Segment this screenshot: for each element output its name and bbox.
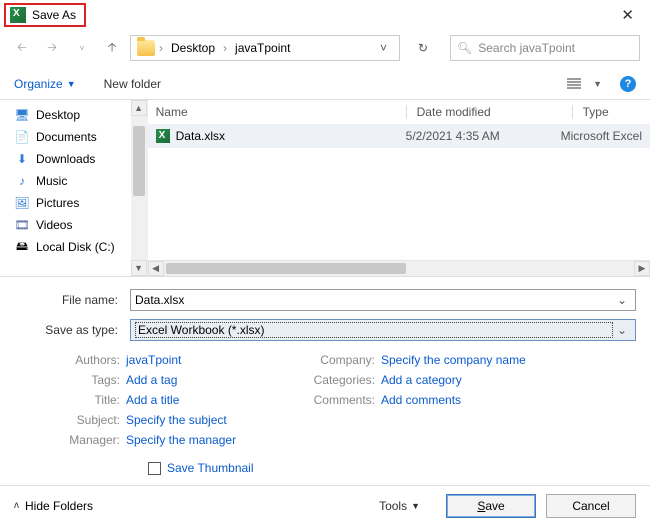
save-button[interactable]: Save <box>446 494 536 518</box>
file-date: 5/2/2021 4:35 AM <box>406 129 561 143</box>
save-thumbnail-row[interactable]: Save Thumbnail <box>0 451 650 485</box>
chevron-right-icon[interactable]: › <box>223 41 227 55</box>
tree-music[interactable]: ♪Music <box>14 170 147 192</box>
document-icon: 📄 <box>14 130 30 144</box>
desktop-icon: 🖥 <box>14 108 30 122</box>
authors-field[interactable]: javaTpoint <box>126 353 301 367</box>
save-thumbnail-checkbox[interactable] <box>148 462 161 475</box>
horizontal-scrollbar[interactable]: ◀ ▶ <box>148 260 650 276</box>
col-name[interactable]: Name <box>156 105 406 119</box>
manager-field[interactable]: Specify the manager <box>126 433 301 447</box>
chevron-down-icon: ▼ <box>411 501 420 511</box>
folder-icon <box>137 40 155 56</box>
pictures-icon: 🖼 <box>14 196 30 210</box>
search-placeholder: Search javaTpoint <box>478 41 575 55</box>
scroll-up-button[interactable]: ▲ <box>131 100 147 116</box>
back-button[interactable]: 🡠 <box>10 36 34 60</box>
toolbar: Organize ▼ New folder ▼ ? <box>0 68 650 100</box>
savetype-value: Excel Workbook (*.xlsx) <box>135 322 613 338</box>
chevron-down-icon[interactable]: ▼ <box>593 79 602 89</box>
tree-downloads[interactable]: ⬇Downloads <box>14 148 147 170</box>
col-date[interactable]: Date modified <box>417 105 572 119</box>
chevron-down-icon[interactable]: ˅ <box>374 41 393 55</box>
chevron-down-icon[interactable]: ⌄ <box>613 323 631 337</box>
categories-field[interactable]: Add a category <box>381 373 636 387</box>
caret-up-icon[interactable]: ʌ <box>14 500 19 511</box>
filename-label: File name: <box>14 293 124 307</box>
filename-value: Data.xlsx <box>135 293 184 307</box>
file-type: Microsoft Excel <box>561 129 642 143</box>
file-name: Data.xlsx <box>176 129 225 143</box>
chevron-down-icon[interactable]: ⌄ <box>613 293 631 307</box>
company-field[interactable]: Specify the company name <box>381 353 636 367</box>
savetype-select[interactable]: Excel Workbook (*.xlsx) ⌄ <box>130 319 636 341</box>
filename-input[interactable]: Data.xlsx ⌄ <box>130 289 636 311</box>
subject-field[interactable]: Specify the subject <box>126 413 301 427</box>
window-title: Save As <box>32 8 76 22</box>
view-options-icon[interactable] <box>567 78 581 90</box>
breadcrumb-desktop[interactable]: Desktop <box>167 41 219 55</box>
hide-folders-button[interactable]: Hide Folders <box>25 499 93 513</box>
download-icon: ⬇ <box>14 152 30 166</box>
file-list: Name Date modified Type Data.xlsx 5/2/20… <box>148 100 650 276</box>
tree-pictures[interactable]: 🖼Pictures <box>14 192 147 214</box>
refresh-button[interactable]: ↻ <box>410 35 436 61</box>
cancel-button[interactable]: Cancel <box>546 494 636 518</box>
videos-icon: 🎞 <box>14 218 30 232</box>
drive-icon: 🖴 <box>14 240 30 254</box>
footer: ʌ Hide Folders Tools ▼ Save Cancel <box>0 485 650 525</box>
col-type[interactable]: Type <box>583 105 642 119</box>
chevron-down-icon: ▼ <box>67 79 76 89</box>
history-dropdown-icon[interactable]: ˅ <box>70 36 94 60</box>
tree-desktop[interactable]: 🖥Desktop <box>14 104 147 126</box>
excel-icon <box>10 7 26 23</box>
scrollbar-thumb[interactable] <box>133 126 145 196</box>
metadata: Authors: Tags: Title: Subject: Manager: … <box>0 349 650 451</box>
tools-dropdown[interactable]: Tools ▼ <box>379 499 420 513</box>
nav-row: 🡠 🡢 ˅ 🡡 › Desktop › javaTpoint ˅ ↻ 🔍︎ Se… <box>0 30 650 66</box>
music-icon: ♪ <box>14 174 30 188</box>
search-input[interactable]: 🔍︎ Search javaTpoint <box>450 35 640 61</box>
breadcrumb[interactable]: › Desktop › javaTpoint ˅ <box>130 35 400 61</box>
save-thumbnail-label: Save Thumbnail <box>167 461 254 475</box>
new-folder-button[interactable]: New folder <box>104 77 161 91</box>
savetype-label: Save as type: <box>14 323 124 337</box>
scroll-down-button[interactable]: ▼ <box>131 260 147 276</box>
close-icon[interactable]: ✕ <box>609 2 646 28</box>
scroll-left-button[interactable]: ◀ <box>148 261 164 276</box>
scrollbar-thumb[interactable] <box>166 263 406 274</box>
organize-button[interactable]: Organize ▼ <box>14 77 76 91</box>
title-group: Save As <box>4 3 86 27</box>
title-bar: Save As ✕ <box>0 0 650 30</box>
folder-tree[interactable]: 🖥Desktop 📄Documents ⬇Downloads ♪Music 🖼P… <box>0 100 148 276</box>
up-button[interactable]: 🡡 <box>100 36 124 60</box>
breadcrumb-current[interactable]: javaTpoint <box>231 41 294 55</box>
forward-button: 🡢 <box>40 36 64 60</box>
search-icon: 🔍︎ <box>457 41 472 55</box>
tree-scrollbar[interactable]: ▲ ▼ <box>131 100 147 276</box>
tags-field[interactable]: Add a tag <box>126 373 301 387</box>
comments-field[interactable]: Add comments <box>381 393 636 407</box>
tree-localdisk[interactable]: 🖴Local Disk (C:) <box>14 236 147 258</box>
file-row[interactable]: Data.xlsx 5/2/2021 4:35 AM Microsoft Exc… <box>148 124 650 148</box>
help-icon[interactable]: ? <box>620 76 636 92</box>
tree-videos[interactable]: 🎞Videos <box>14 214 147 236</box>
excel-file-icon <box>156 129 170 143</box>
column-headers: Name Date modified Type <box>148 100 650 124</box>
scroll-right-button[interactable]: ▶ <box>634 261 650 276</box>
tree-documents[interactable]: 📄Documents <box>14 126 147 148</box>
title-field[interactable]: Add a title <box>126 393 301 407</box>
chevron-right-icon[interactable]: › <box>159 41 163 55</box>
